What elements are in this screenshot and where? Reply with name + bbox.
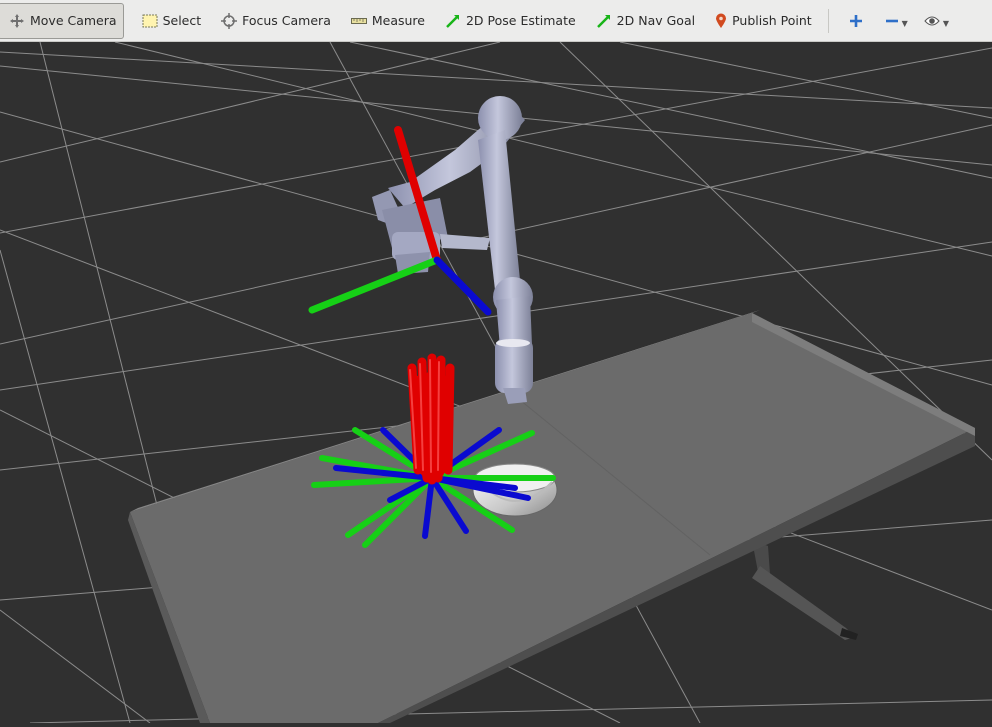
select-tool[interactable]: Select: [136, 4, 208, 38]
measure-label: Measure: [371, 13, 425, 28]
3d-scene: [0, 41, 992, 724]
move-camera-tool[interactable]: Move Camera: [0, 2, 124, 39]
move-camera-label: Move Camera: [30, 13, 117, 28]
remove-tool-button[interactable]: ▼: [879, 4, 914, 38]
nav-goal-label: 2D Nav Goal: [616, 13, 696, 28]
focus-camera-tool[interactable]: Focus Camera: [215, 4, 337, 38]
add-tool-icon: [849, 14, 862, 27]
select-icon: [142, 14, 158, 27]
focus-camera-label: Focus Camera: [242, 13, 331, 28]
select-label: Select: [162, 13, 202, 28]
add-tool-button[interactable]: [843, 4, 869, 38]
pose-estimate-label: 2D Pose Estimate: [465, 13, 576, 28]
nav-goal-arrow-icon: [596, 14, 610, 28]
nav-goal-tool[interactable]: 2D Nav Goal: [590, 4, 701, 38]
rviz-toolbar: Move Camera Select Focus Camera Measure …: [0, 0, 992, 42]
publish-point-label: Publish Point: [732, 13, 812, 28]
view-options-button[interactable]: ▼: [918, 4, 955, 38]
focus-camera-icon: [221, 12, 238, 29]
measure-tool[interactable]: Measure: [345, 4, 431, 38]
measure-icon: [350, 17, 367, 24]
chevron-down-icon: ▼: [942, 18, 949, 28]
3d-viewport[interactable]: [0, 41, 992, 724]
map-pin-icon: [716, 13, 727, 28]
view-eye-icon: [924, 16, 940, 25]
publish-point-tool[interactable]: Publish Point: [709, 4, 818, 38]
chevron-down-icon: ▼: [901, 18, 908, 28]
pose-arrow-icon: [446, 14, 459, 28]
toolbar-separator: [827, 8, 829, 33]
move-camera-icon: [10, 13, 24, 28]
remove-tool-icon: [885, 19, 898, 22]
pose-estimate-tool[interactable]: 2D Pose Estimate: [439, 4, 582, 38]
